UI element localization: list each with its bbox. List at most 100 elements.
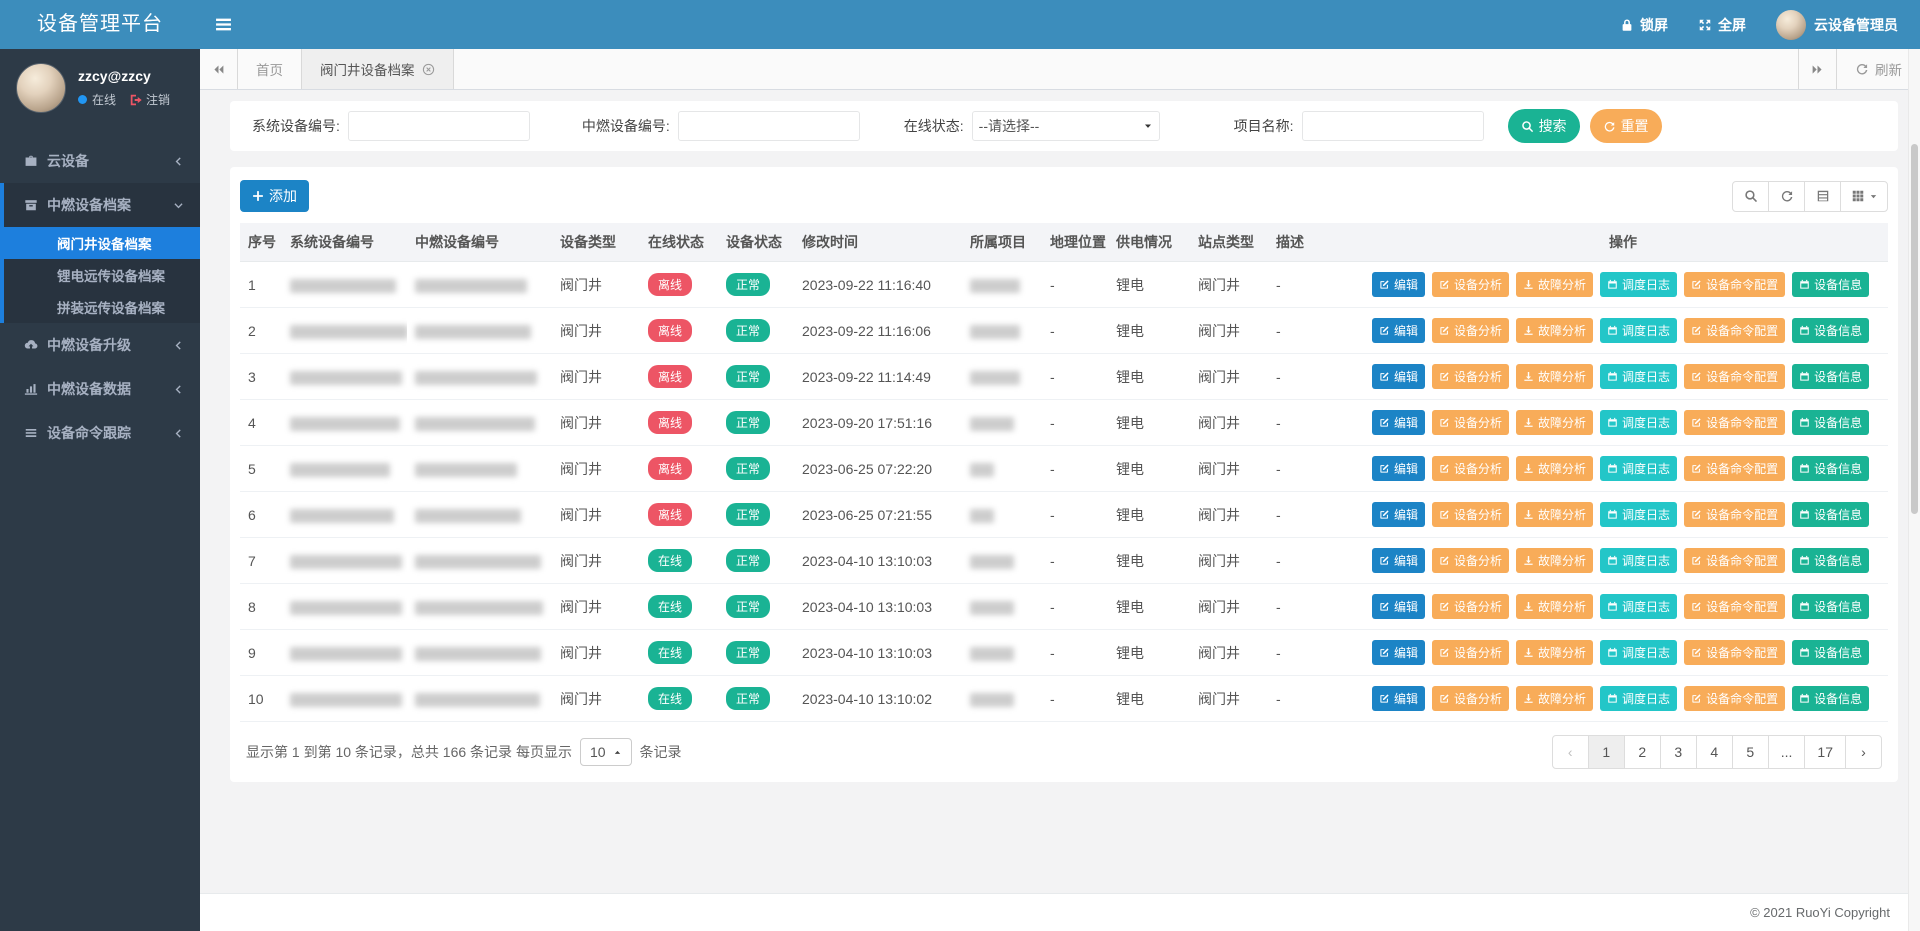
tab[interactable]: 阀门井设备档案 xyxy=(302,49,454,89)
sidebar-subitem[interactable]: 拼装远传设备档案 xyxy=(4,291,200,323)
dispatch-log-button[interactable]: 调度日志 xyxy=(1600,640,1677,665)
add-button[interactable]: 添加 xyxy=(240,180,309,212)
edit-button[interactable]: 编辑 xyxy=(1372,640,1425,665)
dispatch-log-button[interactable]: 调度日志 xyxy=(1600,410,1677,435)
reset-button[interactable]: 重置 xyxy=(1590,109,1662,143)
device-analysis-button[interactable]: 设备分析 xyxy=(1432,410,1509,435)
device-analysis-button[interactable]: 设备分析 xyxy=(1432,594,1509,619)
page-button-‹[interactable]: ‹ xyxy=(1552,735,1589,769)
device-info-button[interactable]: 设备信息 xyxy=(1792,364,1869,389)
edit-button[interactable]: 编辑 xyxy=(1372,318,1425,343)
fault-analysis-button[interactable]: 故障分析 xyxy=(1516,410,1593,435)
table-refresh-button[interactable] xyxy=(1768,181,1805,212)
device-info-button[interactable]: 设备信息 xyxy=(1792,318,1869,343)
sidebar-item[interactable]: 云设备 xyxy=(0,139,200,183)
device-command-config-button[interactable]: 设备命令配置 xyxy=(1684,594,1785,619)
fault-analysis-button[interactable]: 故障分析 xyxy=(1516,640,1593,665)
system-device-no-input[interactable] xyxy=(348,111,530,141)
page-button-...[interactable]: ... xyxy=(1768,735,1806,769)
sidebar-subitem[interactable]: 阀门井设备档案 xyxy=(4,227,200,259)
device-analysis-button[interactable]: 设备分析 xyxy=(1432,548,1509,573)
edit-button[interactable]: 编辑 xyxy=(1372,364,1425,389)
tab-scroll-left-button[interactable] xyxy=(200,49,238,89)
close-icon[interactable] xyxy=(422,63,435,76)
device-command-config-button[interactable]: 设备命令配置 xyxy=(1684,410,1785,435)
fault-analysis-button[interactable]: 故障分析 xyxy=(1516,272,1593,297)
fault-analysis-button[interactable]: 故障分析 xyxy=(1516,502,1593,527)
page-size-dropdown[interactable]: 10 xyxy=(580,738,632,766)
gas-device-no-input[interactable] xyxy=(678,111,860,141)
avatar[interactable] xyxy=(16,63,66,113)
fault-analysis-button[interactable]: 故障分析 xyxy=(1516,686,1593,711)
fault-analysis-button[interactable]: 故障分析 xyxy=(1516,594,1593,619)
dispatch-log-button[interactable]: 调度日志 xyxy=(1600,686,1677,711)
edit-button[interactable]: 编辑 xyxy=(1372,410,1425,435)
dispatch-log-button[interactable]: 调度日志 xyxy=(1600,548,1677,573)
device-info-button[interactable]: 设备信息 xyxy=(1792,502,1869,527)
device-analysis-button[interactable]: 设备分析 xyxy=(1432,364,1509,389)
sidebar-subitem[interactable]: 锂电远传设备档案 xyxy=(4,259,200,291)
online-status-select[interactable]: --请选择-- xyxy=(972,111,1160,141)
dispatch-log-button[interactable]: 调度日志 xyxy=(1600,364,1677,389)
device-analysis-button[interactable]: 设备分析 xyxy=(1432,272,1509,297)
page-button-17[interactable]: 17 xyxy=(1804,735,1846,769)
device-command-config-button[interactable]: 设备命令配置 xyxy=(1684,502,1785,527)
logout-button[interactable]: 注销 xyxy=(129,91,170,108)
page-button-3[interactable]: 3 xyxy=(1660,735,1697,769)
edit-button[interactable]: 编辑 xyxy=(1372,594,1425,619)
fault-analysis-button[interactable]: 故障分析 xyxy=(1516,364,1593,389)
edit-button[interactable]: 编辑 xyxy=(1372,456,1425,481)
page-button-›[interactable]: › xyxy=(1845,735,1882,769)
page-button-4[interactable]: 4 xyxy=(1696,735,1733,769)
device-command-config-button[interactable]: 设备命令配置 xyxy=(1684,456,1785,481)
fault-analysis-button[interactable]: 故障分析 xyxy=(1516,318,1593,343)
device-command-config-button[interactable]: 设备命令配置 xyxy=(1684,686,1785,711)
fault-analysis-button[interactable]: 故障分析 xyxy=(1516,548,1593,573)
page-button-2[interactable]: 2 xyxy=(1624,735,1661,769)
device-info-button[interactable]: 设备信息 xyxy=(1792,640,1869,665)
tab[interactable]: 首页 xyxy=(238,49,302,89)
device-command-config-button[interactable]: 设备命令配置 xyxy=(1684,548,1785,573)
table-search-button[interactable] xyxy=(1732,181,1769,212)
sidebar-item[interactable]: 中燃设备数据 xyxy=(0,367,200,411)
device-command-config-button[interactable]: 设备命令配置 xyxy=(1684,318,1785,343)
scrollbar-thumb[interactable] xyxy=(1911,144,1918,514)
dispatch-log-button[interactable]: 调度日志 xyxy=(1600,594,1677,619)
page-button-5[interactable]: 5 xyxy=(1732,735,1769,769)
device-info-button[interactable]: 设备信息 xyxy=(1792,272,1869,297)
dispatch-log-button[interactable]: 调度日志 xyxy=(1600,502,1677,527)
device-info-button[interactable]: 设备信息 xyxy=(1792,548,1869,573)
dispatch-log-button[interactable]: 调度日志 xyxy=(1600,318,1677,343)
device-analysis-button[interactable]: 设备分析 xyxy=(1432,318,1509,343)
dispatch-log-button[interactable]: 调度日志 xyxy=(1600,272,1677,297)
device-command-config-button[interactable]: 设备命令配置 xyxy=(1684,272,1785,297)
fullscreen-button[interactable]: 全屏 xyxy=(1698,15,1746,35)
dispatch-log-button[interactable]: 调度日志 xyxy=(1600,456,1677,481)
edit-button[interactable]: 编辑 xyxy=(1372,686,1425,711)
fault-analysis-button[interactable]: 故障分析 xyxy=(1516,456,1593,481)
device-analysis-button[interactable]: 设备分析 xyxy=(1432,686,1509,711)
device-info-button[interactable]: 设备信息 xyxy=(1792,456,1869,481)
table-detail-view-button[interactable] xyxy=(1804,181,1841,212)
lock-screen-button[interactable]: 锁屏 xyxy=(1620,15,1668,35)
sidebar-toggle-button[interactable] xyxy=(200,0,246,49)
search-button[interactable]: 搜索 xyxy=(1508,109,1580,143)
tab-scroll-right-button[interactable] xyxy=(1798,49,1836,89)
device-analysis-button[interactable]: 设备分析 xyxy=(1432,456,1509,481)
table-columns-button[interactable] xyxy=(1840,181,1888,212)
device-analysis-button[interactable]: 设备分析 xyxy=(1432,502,1509,527)
page-button-1[interactable]: 1 xyxy=(1588,735,1625,769)
device-info-button[interactable]: 设备信息 xyxy=(1792,686,1869,711)
device-info-button[interactable]: 设备信息 xyxy=(1792,594,1869,619)
sidebar-item[interactable]: 中燃设备升级 xyxy=(0,323,200,367)
sidebar-item[interactable]: 中燃设备档案 xyxy=(4,183,200,227)
user-menu[interactable]: 云设备管理员 xyxy=(1776,10,1898,40)
device-command-config-button[interactable]: 设备命令配置 xyxy=(1684,364,1785,389)
sidebar-item[interactable]: 设备命令跟踪 xyxy=(0,411,200,455)
edit-button[interactable]: 编辑 xyxy=(1372,502,1425,527)
edit-button[interactable]: 编辑 xyxy=(1372,272,1425,297)
project-name-input[interactable] xyxy=(1302,111,1484,141)
device-analysis-button[interactable]: 设备分析 xyxy=(1432,640,1509,665)
edit-button[interactable]: 编辑 xyxy=(1372,548,1425,573)
device-info-button[interactable]: 设备信息 xyxy=(1792,410,1869,435)
